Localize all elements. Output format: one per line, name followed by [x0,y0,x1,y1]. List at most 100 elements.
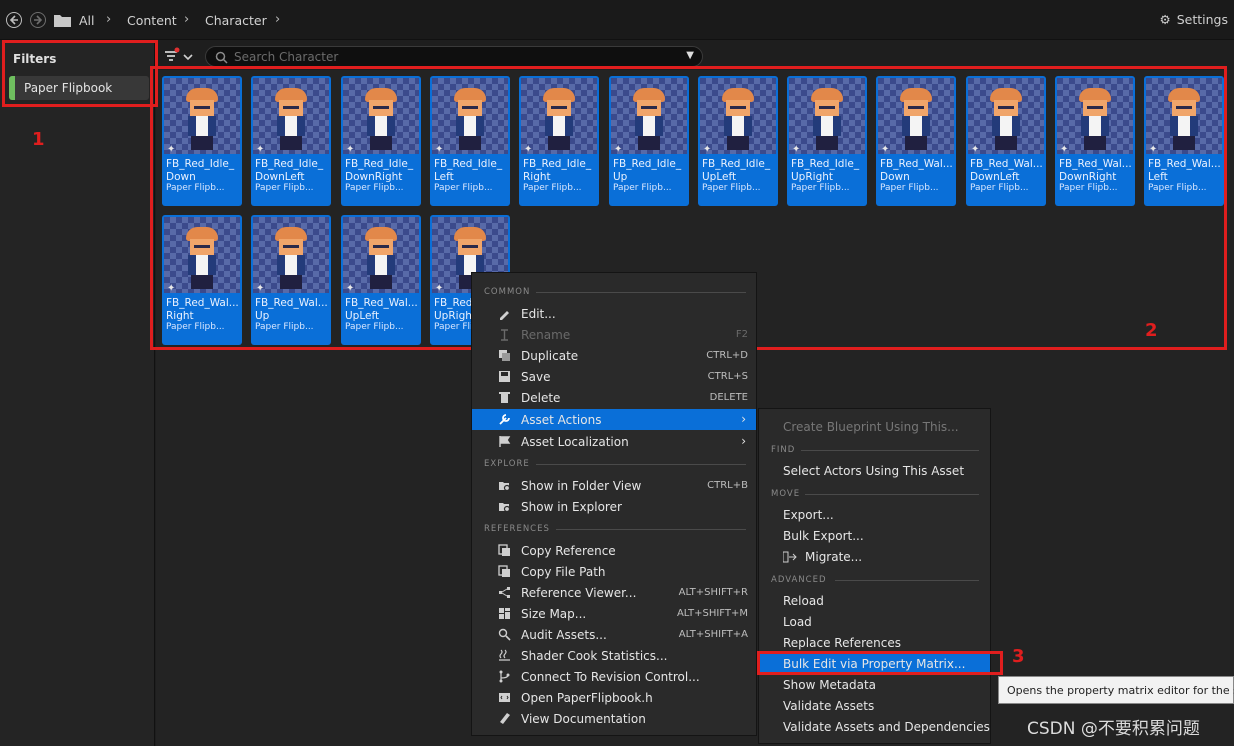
menu-item-shortcut: F2 [735,329,748,340]
submenu-item-validate-assets-and-dependencies[interactable]: Validate Assets and Dependencies [759,716,990,737]
duplicate-icon [499,350,510,361]
wrench-icon [499,414,510,425]
menu-item-label: Rename [521,328,571,342]
submenu-item-label: Validate Assets and Dependencies [783,720,990,734]
settings-button[interactable]: ⚙ Settings [1160,12,1229,27]
submenu-item-bulk-export[interactable]: Bulk Export... [759,525,990,546]
section-move: MOVE [771,489,801,499]
submenu-item-load[interactable]: Load [759,611,990,632]
submenu-item-label: Load [783,615,812,629]
menu-item-label: Size Map... [521,607,587,621]
menu-item-asset-localization[interactable]: Asset Localization › [472,431,756,452]
menu-item-shader-cook-statistics[interactable]: Shader Cook Statistics... [472,645,756,666]
menu-item-label: Asset Localization [521,435,629,449]
submenu-item-show-metadata[interactable]: Show Metadata [759,674,990,695]
menu-item-show-in-folder-view[interactable]: Show in Folder View CTRL+B [472,475,756,496]
menu-item-size-map[interactable]: Size Map... ALT+SHIFT+M [472,603,756,624]
annotation-box-3 [757,651,1003,675]
menu-item-delete[interactable]: Delete DELETE [472,387,756,408]
divider [805,494,979,495]
section-explore: EXPLORE [484,459,530,469]
audit-icon [498,628,511,641]
menu-item-label: Asset Actions [521,413,602,427]
submenu-item-label: Select Actors Using This Asset [783,464,965,478]
chevron-right-icon[interactable]: › [184,12,189,27]
menu-item-label: Reference Viewer... [521,586,637,600]
chevron-down-icon[interactable]: ▼ [686,50,694,61]
menu-item-label: Audit Assets... [521,628,607,642]
menu-item-label: Edit... [521,307,556,321]
top-bar: All › Content › Character › ⚙ Settings [0,0,1234,40]
menu-item-view-documentation[interactable]: View Documentation [472,708,756,729]
menu-item-copy-reference[interactable]: Copy Reference [472,540,756,561]
back-icon[interactable] [6,12,22,28]
search-box[interactable]: Search Character ▼ [205,46,703,67]
code-icon [499,693,510,702]
breadcrumb-character[interactable]: Character [205,13,267,28]
menu-item-shortcut: ALT+SHIFT+R [678,587,748,598]
search-icon [215,51,228,64]
breadcrumb-content[interactable]: Content [127,13,177,28]
section-references: REFERENCES [484,524,550,534]
asset-actions-submenu: FIND MOVE ADVANCED Create Blueprint Usin… [758,408,991,744]
graph-icon [499,587,510,598]
menu-item-label: Delete [521,391,561,405]
chevron-right-icon[interactable]: › [275,12,280,27]
annotation-box-1 [2,40,158,107]
menu-item-shortcut: DELETE [709,392,748,403]
menu-item-show-in-explorer[interactable]: Show in Explorer [472,496,756,517]
menu-item-connect-to-revision-control[interactable]: Connect To Revision Control... [472,666,756,687]
menu-item-reference-viewer[interactable]: Reference Viewer... ALT+SHIFT+R [472,582,756,603]
section-common: COMMON [484,287,531,297]
submenu-item-migrate[interactable]: Migrate... [759,546,990,567]
menu-item-label: Save [521,370,551,384]
folder-search-icon [499,503,511,513]
filter-dropdown-button[interactable] [162,46,198,68]
watermark: CSDN @不要积累问题 [1027,719,1200,739]
menu-item-audit-assets[interactable]: Audit Assets... ALT+SHIFT+A [472,624,756,645]
submenu-item-reload[interactable]: Reload [759,590,990,611]
menu-item-save[interactable]: Save CTRL+S [472,366,756,387]
trash-icon [499,392,510,403]
menu-item-copy-file-path[interactable]: Copy File Path [472,561,756,582]
section-advanced: ADVANCED [771,575,827,585]
gear-icon: ⚙ [1159,12,1171,27]
forward-icon[interactable] [30,12,46,28]
menu-item-shortcut: CTRL+B [707,480,748,491]
folder-search-icon [499,482,511,492]
annotation-number-3: 3 [1012,646,1025,667]
tooltip-text: Opens the property matrix editor for the… [1007,684,1234,697]
submenu-item-create-blueprint-using-this[interactable]: Create Blueprint Using This... [759,416,990,437]
menu-item-label: Open PaperFlipbook.h [521,691,653,705]
menu-item-open-paperflipbook-h[interactable]: Open PaperFlipbook.h [472,687,756,708]
context-menu: COMMON EXPLORE REFERENCES Edit... Rename F… [471,272,757,736]
breadcrumb-all[interactable]: All [79,13,95,28]
branch-icon [499,670,510,683]
menu-item-edit[interactable]: Edit... [472,303,756,324]
filter-icon [165,47,193,61]
submenu-item-export[interactable]: Export... [759,504,990,525]
pencil-icon [500,311,509,320]
submenu-item-label: Show Metadata [783,678,877,692]
search-input[interactable]: Search Character [234,50,338,64]
divider [556,529,746,530]
annotation-number-1: 1 [32,129,45,150]
menu-item-rename[interactable]: Rename F2 [472,324,756,345]
menu-item-duplicate[interactable]: Duplicate CTRL+D [472,345,756,366]
menu-item-label: Show in Explorer [521,500,622,514]
menu-item-label: Duplicate [521,349,579,363]
menu-item-label: Show in Folder View [521,479,642,493]
menu-item-asset-actions[interactable]: Asset Actions › [472,409,756,430]
submenu-item-label: Export... [783,508,834,522]
content-browser: All › Content › Character › ⚙ Settings Fi… [0,0,1234,746]
submenu-item-select-actors-using-this-asset[interactable]: Select Actors Using This Asset [759,460,990,481]
submenu-item-label: Replace References [783,636,901,650]
divider [536,292,746,293]
divider [835,580,979,581]
submenu-item-replace-references[interactable]: Replace References [759,632,990,653]
menu-item-shortcut: ALT+SHIFT+M [676,608,748,619]
migrate-icon [783,551,797,563]
menu-item-shortcut: CTRL+S [707,371,748,382]
chevron-right-icon[interactable]: › [106,12,111,27]
submenu-item-validate-assets[interactable]: Validate Assets [759,695,990,716]
